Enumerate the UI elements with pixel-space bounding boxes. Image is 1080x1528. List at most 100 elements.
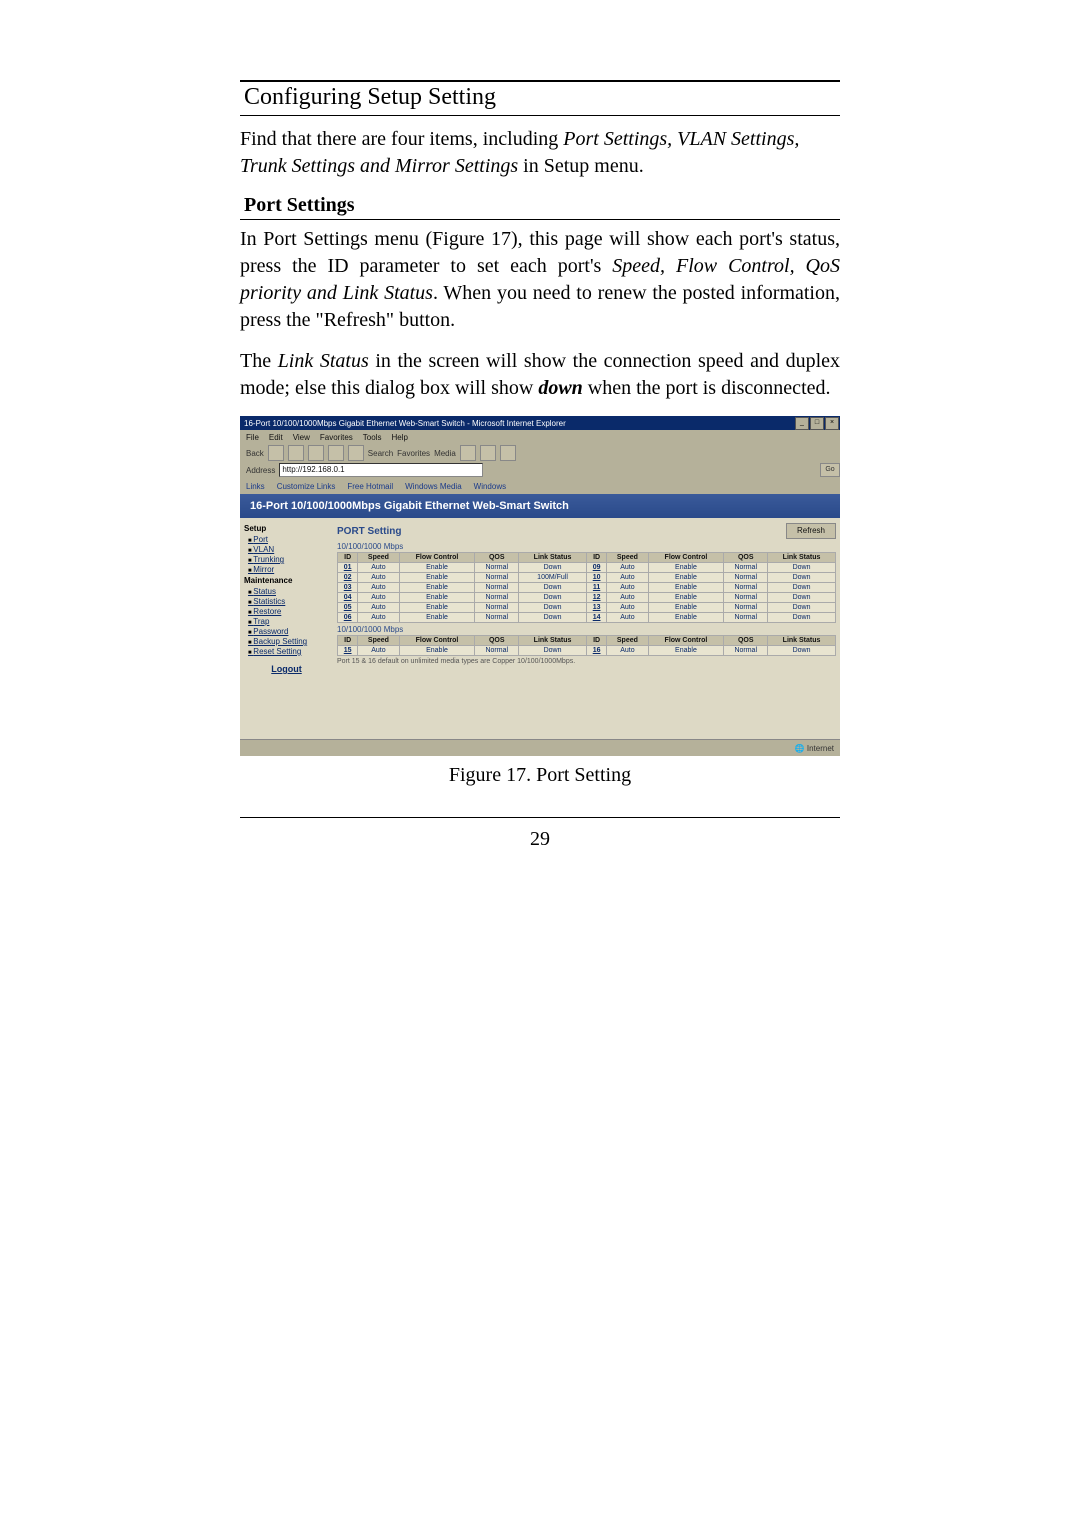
menu-file[interactable]: File (246, 433, 259, 442)
link-windows[interactable]: Windows (474, 482, 506, 491)
sidebar-item-mirror[interactable]: Mirror (248, 565, 329, 574)
port-speed: Auto (358, 613, 399, 623)
link-wmedia[interactable]: Windows Media (405, 482, 461, 491)
para2-a: The (240, 350, 278, 372)
sidebar-item-trunking[interactable]: Trunking (248, 555, 329, 564)
port-link-status: Down (768, 583, 836, 593)
link-customize[interactable]: Customize Links (277, 482, 336, 491)
refresh-icon[interactable] (328, 445, 344, 461)
port-id-link[interactable]: 01 (338, 563, 358, 573)
port-link-status: Down (768, 646, 836, 656)
media-label[interactable]: Media (434, 449, 456, 458)
th-speed-l: Speed (358, 553, 399, 563)
mail-icon[interactable] (480, 445, 496, 461)
port-speed: Auto (607, 593, 648, 603)
print-icon[interactable] (500, 445, 516, 461)
links-bar: Links Customize Links Free Hotmail Windo… (240, 478, 840, 495)
home-icon[interactable] (348, 445, 364, 461)
sidebar-item-trap[interactable]: Trap (248, 617, 329, 626)
port-link-status: Down (519, 603, 587, 613)
port-link-status: Down (768, 573, 836, 583)
port-link-status: Down (768, 563, 836, 573)
port-id-link[interactable]: 12 (586, 593, 606, 603)
port-qos: Normal (475, 646, 519, 656)
port-id-link[interactable]: 14 (586, 613, 606, 623)
window-title: 16-Port 10/100/1000Mbps Gigabit Ethernet… (244, 419, 566, 428)
port-id-link[interactable]: 15 (338, 646, 358, 656)
sidebar-group-maintenance: Maintenance (244, 576, 329, 585)
port-id-link[interactable]: 16 (586, 646, 606, 656)
port-id-link[interactable]: 13 (586, 603, 606, 613)
port-id-link[interactable]: 10 (586, 573, 606, 583)
port-id-link[interactable]: 11 (586, 583, 606, 593)
menu-tools[interactable]: Tools (363, 433, 382, 442)
section-label-2: 10/100/1000 Mbps (337, 625, 836, 634)
sidebar-item-port[interactable]: Port (248, 535, 329, 544)
port-qos: Normal (724, 603, 768, 613)
th-qos-l: QOS (475, 553, 519, 563)
favorites-label[interactable]: Favorites (397, 449, 430, 458)
port-link-status: Down (519, 613, 587, 623)
port-id-link[interactable]: 09 (586, 563, 606, 573)
th-id-r: ID (586, 553, 606, 563)
th-link-l: Link Status (519, 553, 587, 563)
port-id-link[interactable]: 04 (338, 593, 358, 603)
manual-page: Configuring Setup Setting Find that ther… (0, 0, 1080, 1528)
maximize-button[interactable]: □ (810, 417, 824, 430)
status-right-text: Internet (807, 744, 834, 753)
back-label[interactable]: Back (246, 449, 264, 458)
sidebar-item-backup[interactable]: Backup Setting (248, 637, 329, 646)
port-table-1: ID Speed Flow Control QOS Link Status ID… (337, 552, 836, 623)
menu-edit[interactable]: Edit (269, 433, 283, 442)
sidebar-item-restore[interactable]: Restore (248, 607, 329, 616)
browser-screenshot: 16-Port 10/100/1000Mbps Gigabit Ethernet… (240, 416, 840, 756)
port-link-status: Down (519, 646, 587, 656)
history-icon[interactable] (460, 445, 476, 461)
menu-bar: File Edit View Favorites Tools Help (240, 430, 840, 444)
table-header-row: ID Speed Flow Control QOS Link Status ID… (338, 553, 836, 563)
section-heading: Configuring Setup Setting (244, 84, 496, 110)
refresh-button[interactable]: Refresh (786, 523, 836, 539)
menu-view[interactable]: View (293, 433, 310, 442)
forward-icon[interactable] (288, 445, 304, 461)
back-icon[interactable] (268, 445, 284, 461)
sidebar-item-reset[interactable]: Reset Setting (248, 647, 329, 656)
menu-help[interactable]: Help (391, 433, 407, 442)
port-id-link[interactable]: 06 (338, 613, 358, 623)
nav-toolbar: Back Search Favorites Media (240, 444, 840, 462)
minimize-button[interactable]: _ (795, 417, 809, 430)
port-qos: Normal (475, 603, 519, 613)
para2-c: when the port is disconnected. (583, 377, 831, 399)
th2-speed-r: Speed (607, 636, 648, 646)
search-label[interactable]: Search (368, 449, 393, 458)
th2-speed-l: Speed (358, 636, 399, 646)
th2-qos-r: QOS (724, 636, 768, 646)
port-link-status: Down (768, 593, 836, 603)
close-button[interactable]: × (825, 417, 839, 430)
sidebar-item-statistics[interactable]: Statistics (248, 597, 329, 606)
link-hotmail[interactable]: Free Hotmail (347, 482, 393, 491)
port-id-link[interactable]: 02 (338, 573, 358, 583)
port-speed: Auto (607, 583, 648, 593)
menu-favorites[interactable]: Favorites (320, 433, 353, 442)
content-area: PORT Setting Refresh 10/100/1000 Mbps ID… (333, 518, 840, 740)
port-qos: Normal (724, 646, 768, 656)
port-qos: Normal (475, 613, 519, 623)
sidebar-item-password[interactable]: Password (248, 627, 329, 636)
sidebar-item-status[interactable]: Status (248, 587, 329, 596)
th-speed-r: Speed (607, 553, 648, 563)
port-speed: Auto (358, 603, 399, 613)
logout-link[interactable]: Logout (244, 664, 329, 674)
para2-em1: Link Status (278, 350, 369, 372)
port-flow: Enable (648, 646, 724, 656)
intro-paragraph: Find that there are four items, includin… (240, 126, 840, 180)
port-id-link[interactable]: 05 (338, 603, 358, 613)
table-row: 05AutoEnableNormalDown13AutoEnableNormal… (338, 603, 836, 613)
go-button[interactable]: Go (820, 463, 840, 477)
sidebar: Setup Port VLAN Trunking Mirror Maintena… (240, 518, 333, 740)
sidebar-item-vlan[interactable]: VLAN (248, 545, 329, 554)
stop-icon[interactable] (308, 445, 324, 461)
port-id-link[interactable]: 03 (338, 583, 358, 593)
address-input[interactable]: http://192.168.0.1 (279, 463, 483, 477)
intro-post: in Setup menu. (518, 155, 644, 177)
